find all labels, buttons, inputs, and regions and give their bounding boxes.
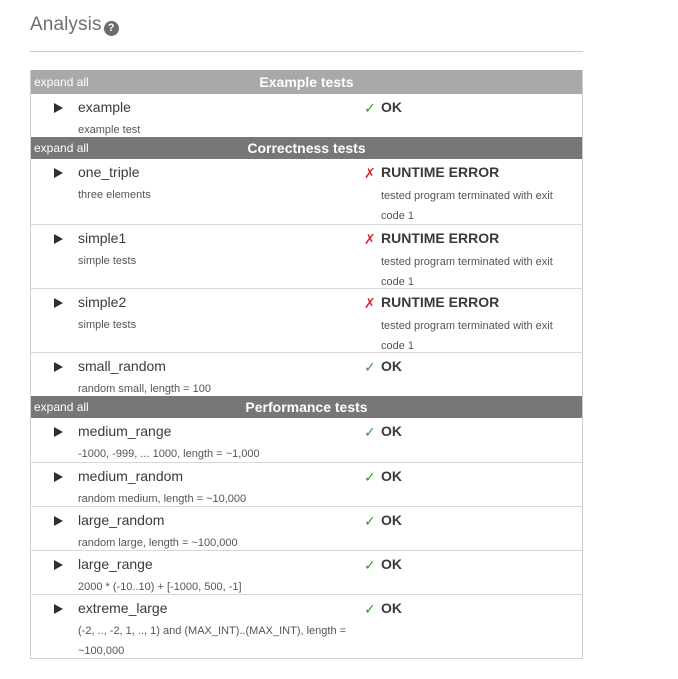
cross-icon: ✗ [364, 165, 376, 181]
test-detail: tested program terminated with exit code… [381, 190, 553, 222]
analysis-header: Analysis ? [30, 0, 583, 52]
test-status: OK [381, 423, 402, 439]
cross-icon: ✗ [364, 295, 376, 311]
help-icon[interactable]: ? [103, 21, 119, 36]
test-description: three elements [78, 189, 151, 201]
test-name[interactable]: example [78, 99, 131, 115]
test-row-small-random[interactable]: small_random random small, length = 100 … [31, 352, 582, 396]
test-status: RUNTIME ERROR [381, 230, 500, 246]
expand-arrow-icon[interactable] [54, 472, 63, 482]
test-status: OK [381, 600, 402, 616]
test-name[interactable]: one_triple [78, 164, 140, 180]
group-header-example-tests: Example tests expand all [31, 70, 582, 94]
group-header-correctness-tests: Correctness tests expand all [31, 137, 582, 159]
check-icon: ✓ [364, 424, 376, 440]
test-row-extreme-large[interactable]: extreme_large (-2, .., -2, 1, .., 1) and… [31, 594, 582, 658]
test-name[interactable]: large_range [78, 556, 153, 572]
test-row-simple2[interactable]: simple2 simple tests ✗ RUNTIME ERROR tes… [31, 288, 582, 352]
test-name[interactable]: extreme_large [78, 600, 168, 616]
test-row-large-random[interactable]: large_random random large, length = ~100… [31, 506, 582, 550]
test-row-medium-random[interactable]: medium_random random medium, length = ~1… [31, 462, 582, 506]
expand-arrow-icon[interactable] [54, 168, 63, 178]
test-name[interactable]: medium_random [78, 468, 183, 484]
expand-arrow-icon[interactable] [54, 298, 63, 308]
test-name[interactable]: large_random [78, 512, 164, 528]
expand-all-link[interactable]: expand all [34, 396, 89, 418]
test-detail: tested program terminated with exit code… [381, 256, 553, 288]
test-status: OK [381, 556, 402, 572]
group-header-performance-tests: Performance tests expand all [31, 396, 582, 418]
page-title: Analysis [30, 14, 102, 35]
expand-arrow-icon[interactable] [54, 234, 63, 244]
test-row-one-triple[interactable]: one_triple three elements ✗ RUNTIME ERRO… [31, 159, 582, 224]
test-row-large-range[interactable]: large_range 2000 * (-10..10) + [-1000, 5… [31, 550, 582, 594]
tests-table: Example tests expand all example example… [30, 70, 583, 659]
expand-arrow-icon[interactable] [54, 516, 63, 526]
test-name[interactable]: small_random [78, 358, 166, 374]
expand-arrow-icon[interactable] [54, 103, 63, 113]
group-title: Performance tests [245, 399, 368, 415]
cross-icon: ✗ [364, 231, 376, 247]
test-name[interactable]: simple1 [78, 230, 126, 246]
test-status: RUNTIME ERROR [381, 294, 500, 310]
test-name[interactable]: simple2 [78, 294, 126, 310]
expand-arrow-icon[interactable] [54, 362, 63, 372]
expand-all-link[interactable]: expand all [34, 137, 89, 159]
group-title: Example tests [259, 74, 354, 90]
test-description: (-2, .., -2, 1, .., 1) and (MAX_INT)..(M… [78, 625, 347, 657]
expand-arrow-icon[interactable] [54, 427, 63, 437]
test-row-simple1[interactable]: simple1 simple tests ✗ RUNTIME ERROR tes… [31, 224, 582, 288]
check-icon: ✓ [364, 359, 376, 375]
check-icon: ✓ [364, 601, 376, 617]
test-status: OK [381, 468, 402, 484]
test-status: OK [381, 512, 402, 528]
test-status: RUNTIME ERROR [381, 164, 500, 180]
test-status: OK [381, 358, 402, 374]
check-icon: ✓ [364, 100, 376, 116]
test-description: -1000, -999, ... 1000, length = ~1,000 [78, 448, 260, 460]
analysis-panel: Analysis ? Example tests expand all exam… [30, 0, 583, 659]
test-detail: tested program terminated with exit code… [381, 320, 553, 352]
group-title: Correctness tests [247, 140, 366, 156]
test-row-medium-range[interactable]: medium_range -1000, -999, ... 1000, leng… [31, 418, 582, 462]
test-description: simple tests [78, 319, 137, 331]
check-icon: ✓ [364, 557, 376, 573]
check-icon: ✓ [364, 513, 376, 529]
expand-arrow-icon[interactable] [54, 560, 63, 570]
expand-all-link[interactable]: expand all [34, 70, 89, 94]
test-name[interactable]: medium_range [78, 423, 171, 439]
check-icon: ✓ [364, 469, 376, 485]
test-status: OK [381, 99, 402, 115]
test-description: simple tests [78, 255, 137, 267]
expand-arrow-icon[interactable] [54, 604, 63, 614]
test-row-example[interactable]: example example test ✓ OK [31, 94, 582, 137]
